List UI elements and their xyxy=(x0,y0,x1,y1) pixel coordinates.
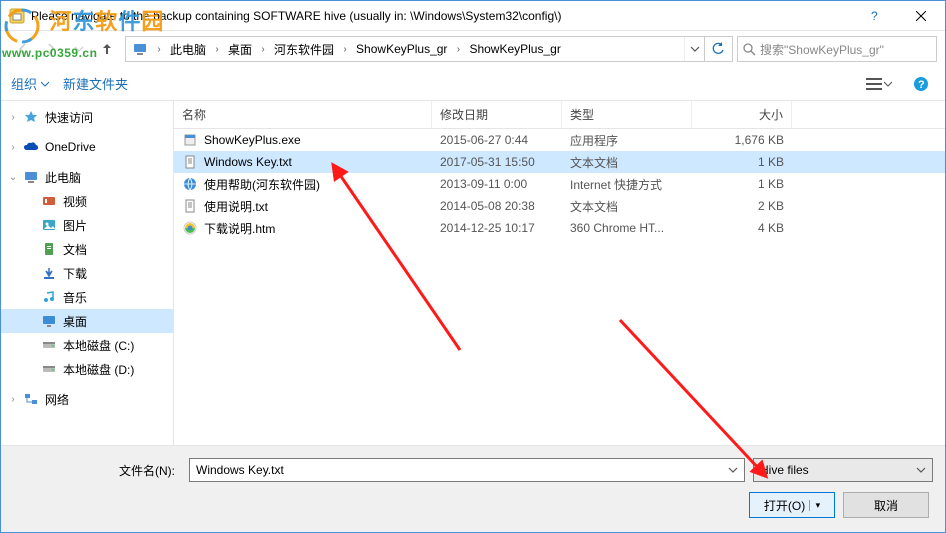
svg-text:?: ? xyxy=(871,11,878,21)
file-icon xyxy=(182,220,198,236)
filename-input[interactable]: Windows Key.txt xyxy=(189,458,745,482)
picture-icon xyxy=(41,217,57,233)
breadcrumb[interactable]: › 此电脑 › 桌面 › 河东软件园 › ShowKeyPlus_gr › Sh… xyxy=(125,36,733,62)
sidebar-item[interactable]: 图片 xyxy=(1,213,173,237)
column-size[interactable]: 大小 xyxy=(692,101,792,128)
breadcrumb-seg[interactable]: 桌面 xyxy=(224,37,256,61)
breadcrumb-seg[interactable]: 河东软件园 xyxy=(270,37,338,61)
sidebar-item[interactable]: 视频 xyxy=(1,189,173,213)
column-type[interactable]: 类型 xyxy=(562,101,692,128)
search-input[interactable]: 搜索"ShowKeyPlus_gr" xyxy=(737,36,937,62)
column-date[interactable]: 修改日期 xyxy=(432,101,562,128)
file-icon xyxy=(182,198,198,214)
music-icon xyxy=(41,289,57,305)
view-mode-button[interactable] xyxy=(865,71,893,97)
pc-icon xyxy=(23,169,39,185)
breadcrumb-dropdown[interactable] xyxy=(684,37,704,61)
sidebar-onedrive[interactable]: › OneDrive xyxy=(1,135,173,159)
refresh-button[interactable] xyxy=(704,37,730,61)
breadcrumb-root[interactable]: 此电脑 xyxy=(166,37,210,61)
nav-up-button[interactable] xyxy=(93,35,121,63)
titlebar: Please navigate to the backup containing… xyxy=(1,1,945,31)
new-folder-button[interactable]: 新建文件夹 xyxy=(63,74,128,93)
sidebar-quick-access[interactable]: › 快速访问 xyxy=(1,105,173,129)
table-row[interactable]: 下载说明.htm2014-12-25 10:17360 Chrome HT...… xyxy=(174,217,945,239)
table-row[interactable]: 使用说明.txt2014-05-08 20:38文本文档2 KB xyxy=(174,195,945,217)
chevron-right-icon[interactable]: › xyxy=(7,111,19,123)
sidebar: › 快速访问 › OneDrive ⌄ 此电脑 视频图片文档下载音乐桌面 xyxy=(1,101,174,445)
close-button[interactable] xyxy=(898,1,943,30)
table-row[interactable]: Windows Key.txt2017-05-31 15:50文本文档1 KB xyxy=(174,151,945,173)
search-icon xyxy=(742,42,756,56)
file-rows: ShowKeyPlus.exe2015-06-27 0:44应用程序1,676 … xyxy=(174,129,945,445)
nav-forward-button[interactable] xyxy=(37,35,65,63)
video-icon xyxy=(41,193,57,209)
file-type-filter[interactable]: Hive files xyxy=(753,458,933,482)
nav-back-button[interactable] xyxy=(9,35,37,63)
sidebar-this-pc[interactable]: ⌄ 此电脑 xyxy=(1,165,173,189)
organize-button[interactable]: 组织 xyxy=(11,74,49,93)
file-list: 名称 修改日期 类型 大小 ShowKeyPlus.exe2015-06-27 … xyxy=(174,101,945,445)
sidebar-item[interactable]: 音乐 xyxy=(1,285,173,309)
file-icon xyxy=(182,154,198,170)
chevron-right-icon[interactable]: › xyxy=(210,44,224,55)
chevron-right-icon[interactable]: › xyxy=(338,44,352,55)
svg-text:?: ? xyxy=(918,79,925,91)
toolbar: 组织 新建文件夹 ? xyxy=(1,67,945,101)
help-button[interactable]: ? xyxy=(853,1,898,30)
file-list-header: 名称 修改日期 类型 大小 xyxy=(174,101,945,129)
sidebar-item[interactable]: 下载 xyxy=(1,261,173,285)
nav-row: › 此电脑 › 桌面 › 河东软件园 › ShowKeyPlus_gr › Sh… xyxy=(1,31,945,67)
star-icon xyxy=(23,109,39,125)
footer: 文件名(N): Windows Key.txt Hive files 打开(O)… xyxy=(1,445,945,532)
breadcrumb-seg[interactable]: ShowKeyPlus_gr xyxy=(352,37,451,61)
table-row[interactable]: ShowKeyPlus.exe2015-06-27 0:44应用程序1,676 … xyxy=(174,129,945,151)
search-placeholder: 搜索"ShowKeyPlus_gr" xyxy=(760,41,932,58)
chevron-right-icon[interactable]: › xyxy=(7,141,19,153)
window-title: Please navigate to the backup containing… xyxy=(31,9,853,23)
network-icon xyxy=(23,391,39,407)
sidebar-network[interactable]: › 网络 xyxy=(1,387,173,411)
cancel-button[interactable]: 取消 xyxy=(843,492,929,518)
file-icon xyxy=(182,132,198,148)
chevron-right-icon[interactable]: › xyxy=(152,44,166,55)
app-icon xyxy=(9,8,25,24)
chevron-down-icon[interactable]: ⌄ xyxy=(7,171,19,183)
chevron-right-icon[interactable]: › xyxy=(7,393,19,405)
desktop-icon xyxy=(41,313,57,329)
help-icon-button[interactable]: ? xyxy=(907,71,935,97)
sidebar-item[interactable]: 本地磁盘 (C:) xyxy=(1,333,173,357)
cloud-icon xyxy=(23,139,39,155)
sidebar-item[interactable]: 本地磁盘 (D:) xyxy=(1,357,173,381)
disk-icon xyxy=(41,361,57,377)
disk-icon xyxy=(41,337,57,353)
download-icon xyxy=(41,265,57,281)
breadcrumb-seg[interactable]: ShowKeyPlus_gr xyxy=(465,37,564,61)
pc-icon xyxy=(130,39,150,59)
document-icon xyxy=(41,241,57,257)
chevron-right-icon[interactable]: › xyxy=(256,44,270,55)
open-button[interactable]: 打开(O) ▾ xyxy=(749,492,835,518)
file-icon xyxy=(182,176,198,192)
table-row[interactable]: 使用帮助(河东软件园)2013-09-11 0:00Internet 快捷方式1… xyxy=(174,173,945,195)
column-name[interactable]: 名称 xyxy=(174,101,432,128)
filename-label: 文件名(N): xyxy=(13,462,181,479)
chevron-right-icon[interactable]: › xyxy=(451,44,465,55)
sidebar-item[interactable]: 文档 xyxy=(1,237,173,261)
nav-recent-button[interactable] xyxy=(65,35,93,63)
sidebar-item[interactable]: 桌面 xyxy=(1,309,173,333)
